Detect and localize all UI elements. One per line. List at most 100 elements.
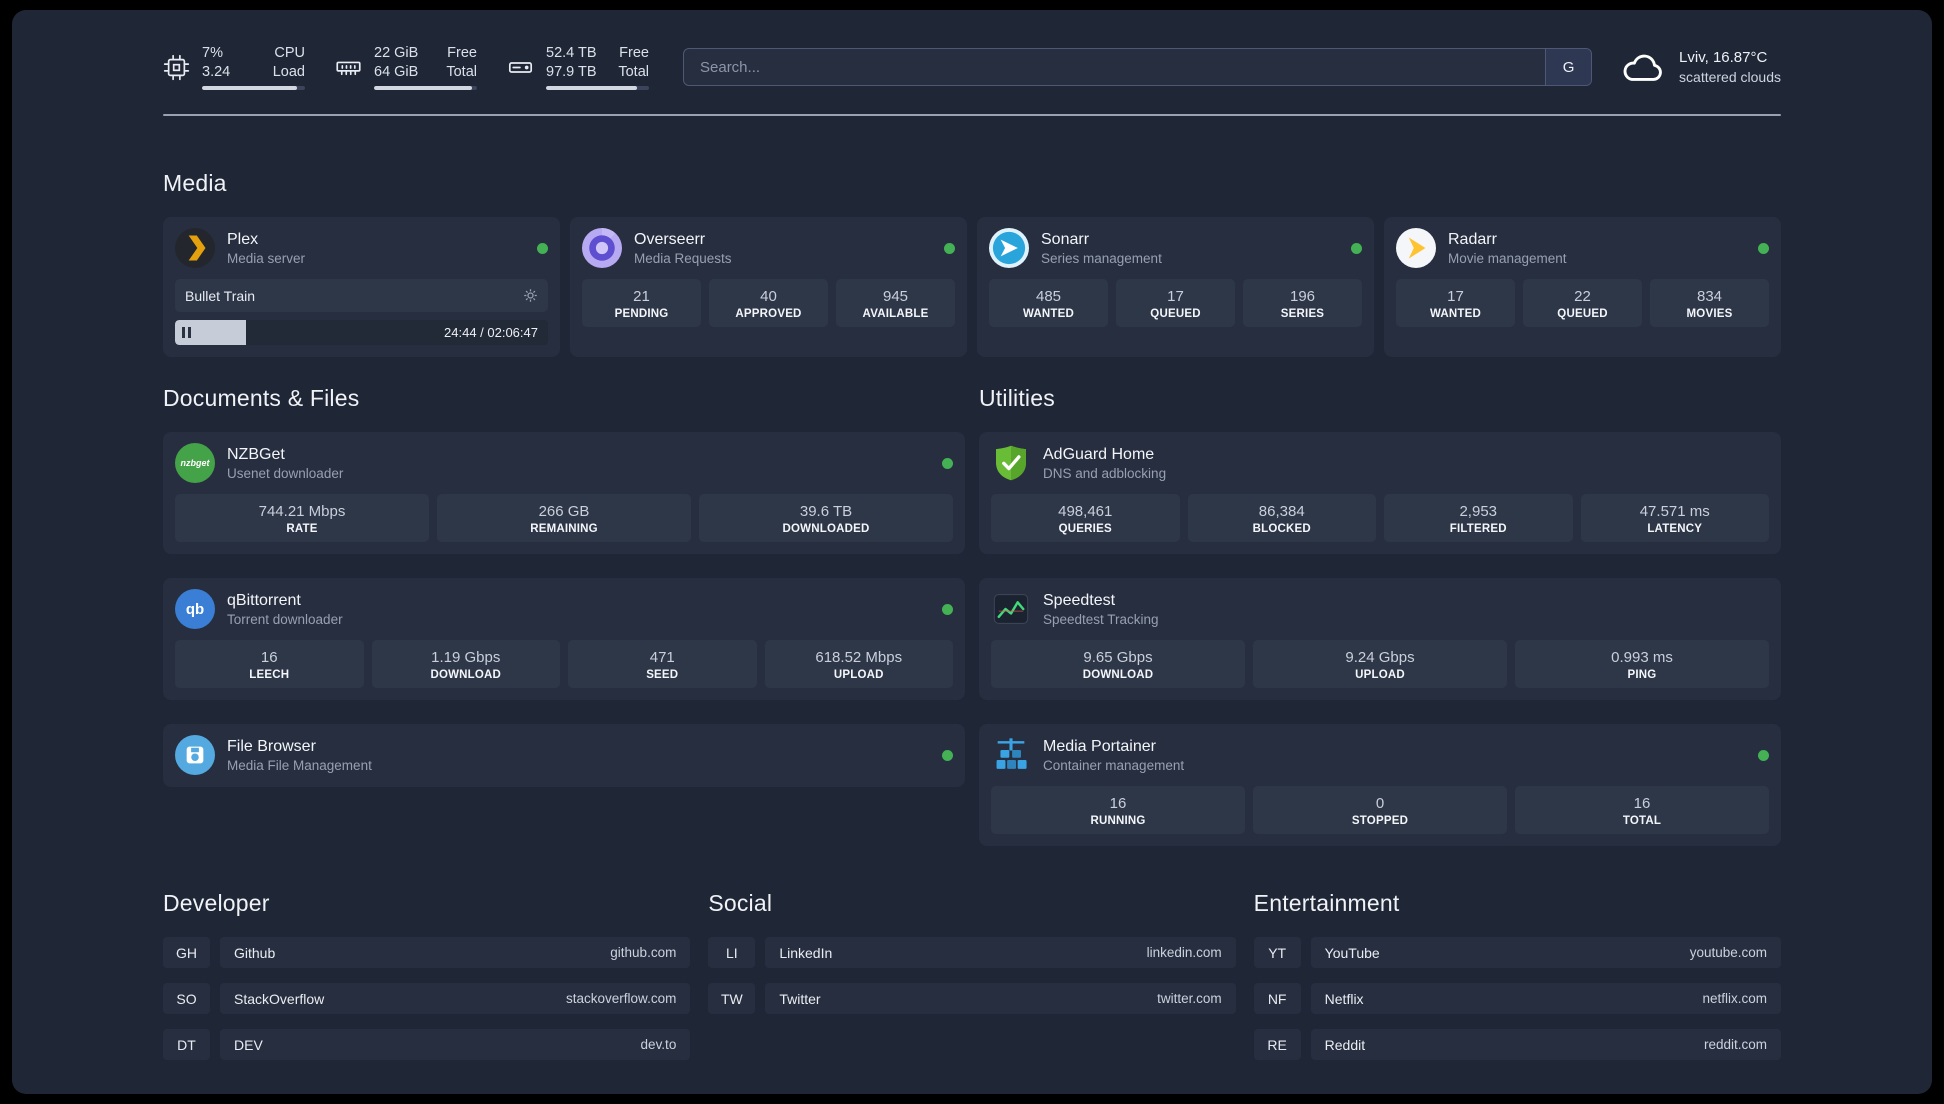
bookmark-row-netflix: NF Netflix netflix.com: [1253, 983, 1781, 1014]
stat-label: RATE: [286, 523, 318, 535]
stat-value: 196: [1289, 288, 1316, 305]
bookmark-abbr[interactable]: GH: [163, 937, 210, 968]
bookmark-abbr[interactable]: YT: [1253, 937, 1301, 968]
bookmark-link[interactable]: DEV dev.to: [220, 1029, 691, 1060]
stat-value: 618.52 Mbps: [815, 649, 903, 666]
stat-label: QUERIES: [1058, 523, 1112, 535]
stat-tile: 834 MOVIES: [1650, 279, 1769, 327]
bookmark-abbr[interactable]: SO: [163, 983, 210, 1014]
bookmark-abbr[interactable]: LI: [708, 937, 756, 968]
app-desc: Movie management: [1448, 250, 1567, 266]
stat-label: RUNNING: [1090, 815, 1146, 827]
media-section-title: Media: [163, 170, 227, 196]
stat-label: UPLOAD: [833, 669, 884, 681]
search-bar: G: [683, 48, 1593, 86]
stat-value: 9.24 Gbps: [1345, 649, 1415, 666]
stat-tile: 21 PENDING: [582, 279, 701, 327]
stat-label: DOWNLOAD: [430, 669, 502, 681]
stat-tile: 2,953 FILTERED: [1384, 494, 1573, 542]
app-card-adguard[interactable]: AdGuard Home DNS and adblocking 498,461 …: [979, 432, 1781, 554]
app-card-overseerr[interactable]: Overseerr Media Requests 21 PENDING 40 A…: [570, 217, 967, 357]
bookmark-row-dev: DT DEV dev.to: [163, 1029, 691, 1060]
stat-value: 40: [760, 288, 777, 305]
stat-label: DOWNLOAD: [1082, 669, 1154, 681]
stat-value: 16: [1109, 795, 1127, 812]
pause-icon[interactable]: [182, 327, 191, 338]
stat-label: REMAINING: [530, 523, 598, 535]
playback-time: 24:44 / 02:06:47: [444, 325, 538, 340]
gear-icon[interactable]: [523, 288, 538, 303]
app-name: Sonarr: [1041, 230, 1090, 248]
app-card-portainer[interactable]: Media Portainer Container management 16 …: [979, 724, 1781, 846]
stat-tile: 266 GB REMAINING: [437, 494, 691, 542]
status-dot: [942, 457, 953, 469]
bookmark-row-youtube: YT YouTube youtube.com: [1253, 937, 1781, 968]
app-card-sonarr[interactable]: Sonarr Series management 485 WANTED 17 Q…: [977, 217, 1374, 357]
bookmark-name: YouTube: [1324, 944, 1380, 961]
stat-label: MOVIES: [1686, 308, 1733, 320]
app-card-speedtest[interactable]: Speedtest Speedtest Tracking 9.65 Gbps D…: [979, 578, 1781, 700]
stat-tile: 17 WANTED: [1396, 279, 1515, 327]
bookmark-name: Netflix: [1324, 990, 1364, 1007]
cpu-load-value: 3.24: [202, 64, 231, 80]
bookmark-url: dev.to: [640, 1037, 677, 1052]
bookmark-abbr[interactable]: DT: [163, 1029, 210, 1060]
stat-tile: 16 LEECH: [175, 640, 364, 688]
bookmark-link[interactable]: Netflix netflix.com: [1310, 983, 1781, 1014]
stat-label: QUEUED: [1557, 308, 1608, 320]
disk-total-value: 97.9 TB: [546, 64, 597, 80]
search-input[interactable]: [684, 49, 1546, 85]
app-card-radarr[interactable]: Radarr Movie management 17 WANTED 22 QUE…: [1384, 217, 1781, 357]
bookmark-link[interactable]: Reddit reddit.com: [1310, 1029, 1781, 1060]
bookmark-abbr[interactable]: RE: [1253, 1029, 1301, 1060]
app-card-nzbget[interactable]: nzbget NZBGet Usenet downloader 744.21 M…: [163, 432, 965, 554]
stat-tile: 9.65 Gbps DOWNLOAD: [991, 640, 1245, 688]
bookmark-link[interactable]: Twitter twitter.com: [765, 983, 1236, 1014]
bookmark-row-reddit: RE Reddit reddit.com: [1253, 1029, 1781, 1060]
stat-label: LEECH: [249, 669, 290, 681]
bookmark-url: stackoverflow.com: [566, 991, 677, 1006]
bookmark-name: StackOverflow: [234, 990, 325, 1007]
ram-total-label: Total: [446, 64, 477, 80]
disk-icon: [507, 54, 534, 81]
stat-tile: 17 QUEUED: [1116, 279, 1235, 327]
bookmark-abbr[interactable]: NF: [1253, 983, 1301, 1014]
app-card-filebrowser[interactable]: File Browser Media File Management: [163, 724, 965, 787]
status-dot: [944, 242, 955, 254]
stat-value: 47.571 ms: [1639, 503, 1710, 520]
stat-value: 471: [649, 649, 675, 666]
bookmark-link[interactable]: StackOverflow stackoverflow.com: [220, 983, 691, 1014]
status-dot: [942, 749, 953, 761]
status-dot: [1758, 242, 1769, 254]
stat-value: 22: [1574, 288, 1591, 305]
status-dot: [942, 603, 953, 615]
app-card-plex[interactable]: Plex Media server Bullet Train 24:44 / 0…: [163, 217, 560, 357]
bookmark-abbr[interactable]: TW: [708, 983, 756, 1014]
stat-label: PING: [1627, 669, 1657, 681]
ram-free-value: 22 GiB: [374, 45, 419, 61]
bookmark-link[interactable]: LinkedIn linkedin.com: [765, 937, 1236, 968]
stat-label: AVAILABLE: [862, 308, 929, 320]
stat-value: 9.65 Gbps: [1083, 649, 1153, 666]
search-engine-button[interactable]: G: [1545, 49, 1592, 85]
disk-free-value: 52.4 TB: [546, 45, 597, 61]
bookmark-link[interactable]: YouTube youtube.com: [1310, 937, 1781, 968]
playback-progress-bar[interactable]: 24:44 / 02:06:47: [175, 320, 548, 345]
app-name: Media Portainer: [1043, 737, 1156, 755]
stat-label: DOWNLOADED: [782, 523, 870, 535]
cpu-usage-bar: [202, 86, 305, 90]
stat-tile: 0 STOPPED: [1253, 786, 1507, 834]
ram-total-value: 64 GiB: [374, 64, 419, 80]
developer-section-title: Developer: [163, 890, 270, 916]
weather-location: Lviv, 16.87°C: [1679, 48, 1768, 66]
stat-tile: 22 QUEUED: [1523, 279, 1642, 327]
app-card-qbittorrent[interactable]: qb qBittorrent Torrent downloader 16 LEE…: [163, 578, 965, 700]
app-desc: Torrent downloader: [227, 611, 343, 627]
app-name: Plex: [227, 230, 259, 248]
stat-value: 21: [633, 288, 650, 305]
disk-widget: 52.4 TB Free 97.9 TB Total: [507, 44, 649, 90]
stat-value: 485: [1035, 288, 1062, 305]
nzbget-icon: nzbget: [175, 443, 215, 483]
stat-label: SERIES: [1280, 308, 1325, 320]
bookmark-link[interactable]: Github github.com: [220, 937, 691, 968]
